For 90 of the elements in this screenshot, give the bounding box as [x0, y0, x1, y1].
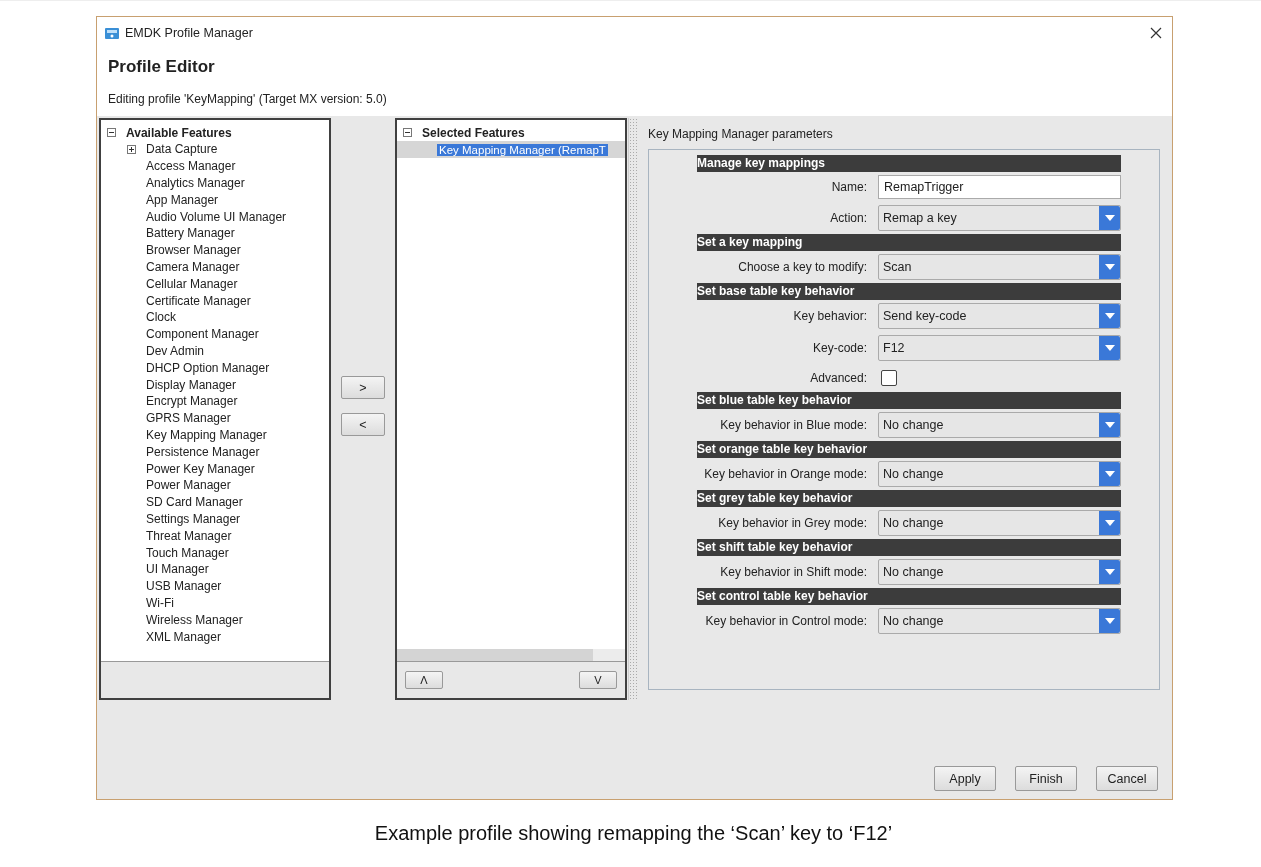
collapse-icon[interactable] — [403, 128, 412, 137]
field-label: Action: — [829, 211, 868, 225]
field-label: Key behavior in Shift mode: — [719, 565, 868, 579]
tree-item[interactable]: Touch Manager — [146, 545, 229, 560]
field-label: Key behavior: — [792, 309, 868, 323]
dropdown[interactable]: Scan — [878, 254, 1121, 280]
section-heading: Manage key mappings — [697, 155, 1121, 172]
dropdown-arrow-icon — [1104, 569, 1115, 575]
scrollbar-thumb[interactable] — [397, 649, 593, 661]
tree-heading: Available Features — [126, 125, 232, 140]
tree-item[interactable]: SD Card Manager — [146, 495, 243, 510]
section-heading: Set shift table key behavior — [697, 539, 1121, 556]
dropdown[interactable]: F12 — [878, 335, 1121, 361]
tree-item[interactable]: Wireless Manager — [146, 612, 243, 627]
dropdown-arrow-icon — [1104, 345, 1115, 351]
tree-item[interactable]: Browser Manager — [146, 243, 241, 258]
tree-item[interactable]: Wi-Fi — [146, 595, 174, 610]
tree-item[interactable]: Persistence Manager — [146, 444, 260, 459]
dropdown-arrow-icon — [1104, 215, 1115, 221]
section-heading: Set base table key behavior — [697, 283, 1121, 300]
tree-item[interactable]: Component Manager — [146, 327, 259, 342]
text-field[interactable]: RemapTrigger — [878, 175, 1121, 199]
tree-item[interactable]: Key Mapping Manager (RemapT — [437, 143, 608, 156]
tree-item[interactable]: Settings Manager — [146, 511, 241, 526]
order-button[interactable]: Λ — [405, 671, 443, 689]
tree-item[interactable]: Power Key Manager — [146, 461, 255, 476]
tree-item[interactable]: Key Mapping Manager — [146, 427, 267, 442]
field-label: Key behavior in Control mode: — [704, 614, 868, 628]
tree-item[interactable]: Access Manager — [146, 159, 236, 174]
field-label: Name: — [830, 180, 868, 194]
dialog-button[interactable]: Finish — [1015, 766, 1077, 791]
tree-heading: Selected Features — [422, 125, 525, 140]
tree-item[interactable]: Certificate Manager — [146, 293, 251, 308]
dropdown-arrow-icon — [1104, 471, 1115, 477]
dropdown[interactable]: No change — [878, 510, 1121, 536]
tree-item[interactable]: Display Manager — [146, 377, 237, 392]
dialog-button[interactable]: Cancel — [1096, 766, 1158, 791]
checkbox[interactable] — [881, 370, 897, 386]
dropdown[interactable]: No change — [878, 412, 1121, 438]
field-label: Key-code: — [811, 341, 868, 355]
dropdown-arrow-icon — [1104, 422, 1115, 428]
section-heading: Set blue table key behavior — [697, 392, 1121, 409]
section-heading: Set grey table key behavior — [697, 490, 1121, 507]
tree-item[interactable]: Cellular Manager — [146, 276, 238, 291]
dropdown-arrow-icon — [1104, 313, 1115, 319]
dialog-heading: Profile Editor — [108, 57, 216, 77]
tree-item[interactable]: GPRS Manager — [146, 411, 231, 426]
dialog-button[interactable]: Apply — [934, 766, 996, 791]
dropdown[interactable]: No change — [878, 608, 1121, 634]
dropdown-arrow-icon — [1104, 520, 1115, 526]
tree-item[interactable]: App Manager — [146, 192, 219, 207]
close-icon[interactable] — [1150, 27, 1162, 39]
field-label: Key behavior in Grey mode: — [717, 516, 868, 530]
tree-item[interactable]: Dev Admin — [146, 343, 205, 358]
app-icon — [105, 27, 119, 39]
dropdown[interactable]: Remap a key — [878, 205, 1121, 231]
tree-item[interactable]: UI Manager — [146, 562, 209, 577]
field-label: Choose a key to modify: — [737, 260, 868, 274]
tree-item[interactable]: Clock — [146, 310, 176, 325]
section-heading: Set control table key behavior — [697, 588, 1121, 605]
move-button[interactable]: < — [341, 413, 385, 436]
dropdown[interactable]: No change — [878, 559, 1121, 585]
collapse-icon[interactable] — [107, 128, 116, 137]
tree-item[interactable]: Battery Manager — [146, 226, 235, 241]
dialog-subtitle: Editing profile 'KeyMapping' (Target MX version: 5.0) — [108, 92, 388, 106]
tree-item[interactable]: Audio Volume UI Manager — [146, 209, 287, 224]
tree-item[interactable]: Encrypt Manager — [146, 394, 238, 409]
parameters-title: Key Mapping Manager parameters — [648, 127, 834, 143]
tree-item[interactable]: Threat Manager — [146, 528, 232, 543]
tree-item[interactable]: XML Manager — [146, 629, 221, 644]
tree-item[interactable]: Data Capture — [146, 142, 218, 157]
section-heading: Set a key mapping — [697, 234, 1121, 251]
tree-item[interactable]: Camera Manager — [146, 259, 240, 274]
dropdown-arrow-icon — [1104, 264, 1115, 270]
order-button[interactable]: V — [579, 671, 617, 689]
field-label: Advanced: — [809, 371, 868, 385]
field-label: Key behavior in Blue mode: — [719, 418, 868, 432]
field-label: Key behavior in Orange mode: — [703, 467, 868, 481]
dropdown-arrow-icon — [1104, 618, 1115, 624]
tree-item[interactable]: DHCP Option Manager — [146, 360, 270, 375]
dropdown[interactable]: Send key-code — [878, 303, 1121, 329]
figure-caption: Example profile showing remapping the ‘Scan’ key to ‘F12’ — [373, 822, 894, 845]
tree-item[interactable]: Power Manager — [146, 478, 231, 493]
tree-item[interactable]: USB Manager — [146, 579, 222, 594]
move-button[interactable]: > — [341, 376, 385, 399]
tree-item[interactable]: Analytics Manager — [146, 176, 245, 190]
window-title: EMDK Profile Manager — [125, 26, 254, 40]
dropdown[interactable]: No change — [878, 461, 1121, 487]
section-heading: Set orange table key behavior — [697, 441, 1121, 458]
expand-icon[interactable] — [127, 144, 136, 154]
